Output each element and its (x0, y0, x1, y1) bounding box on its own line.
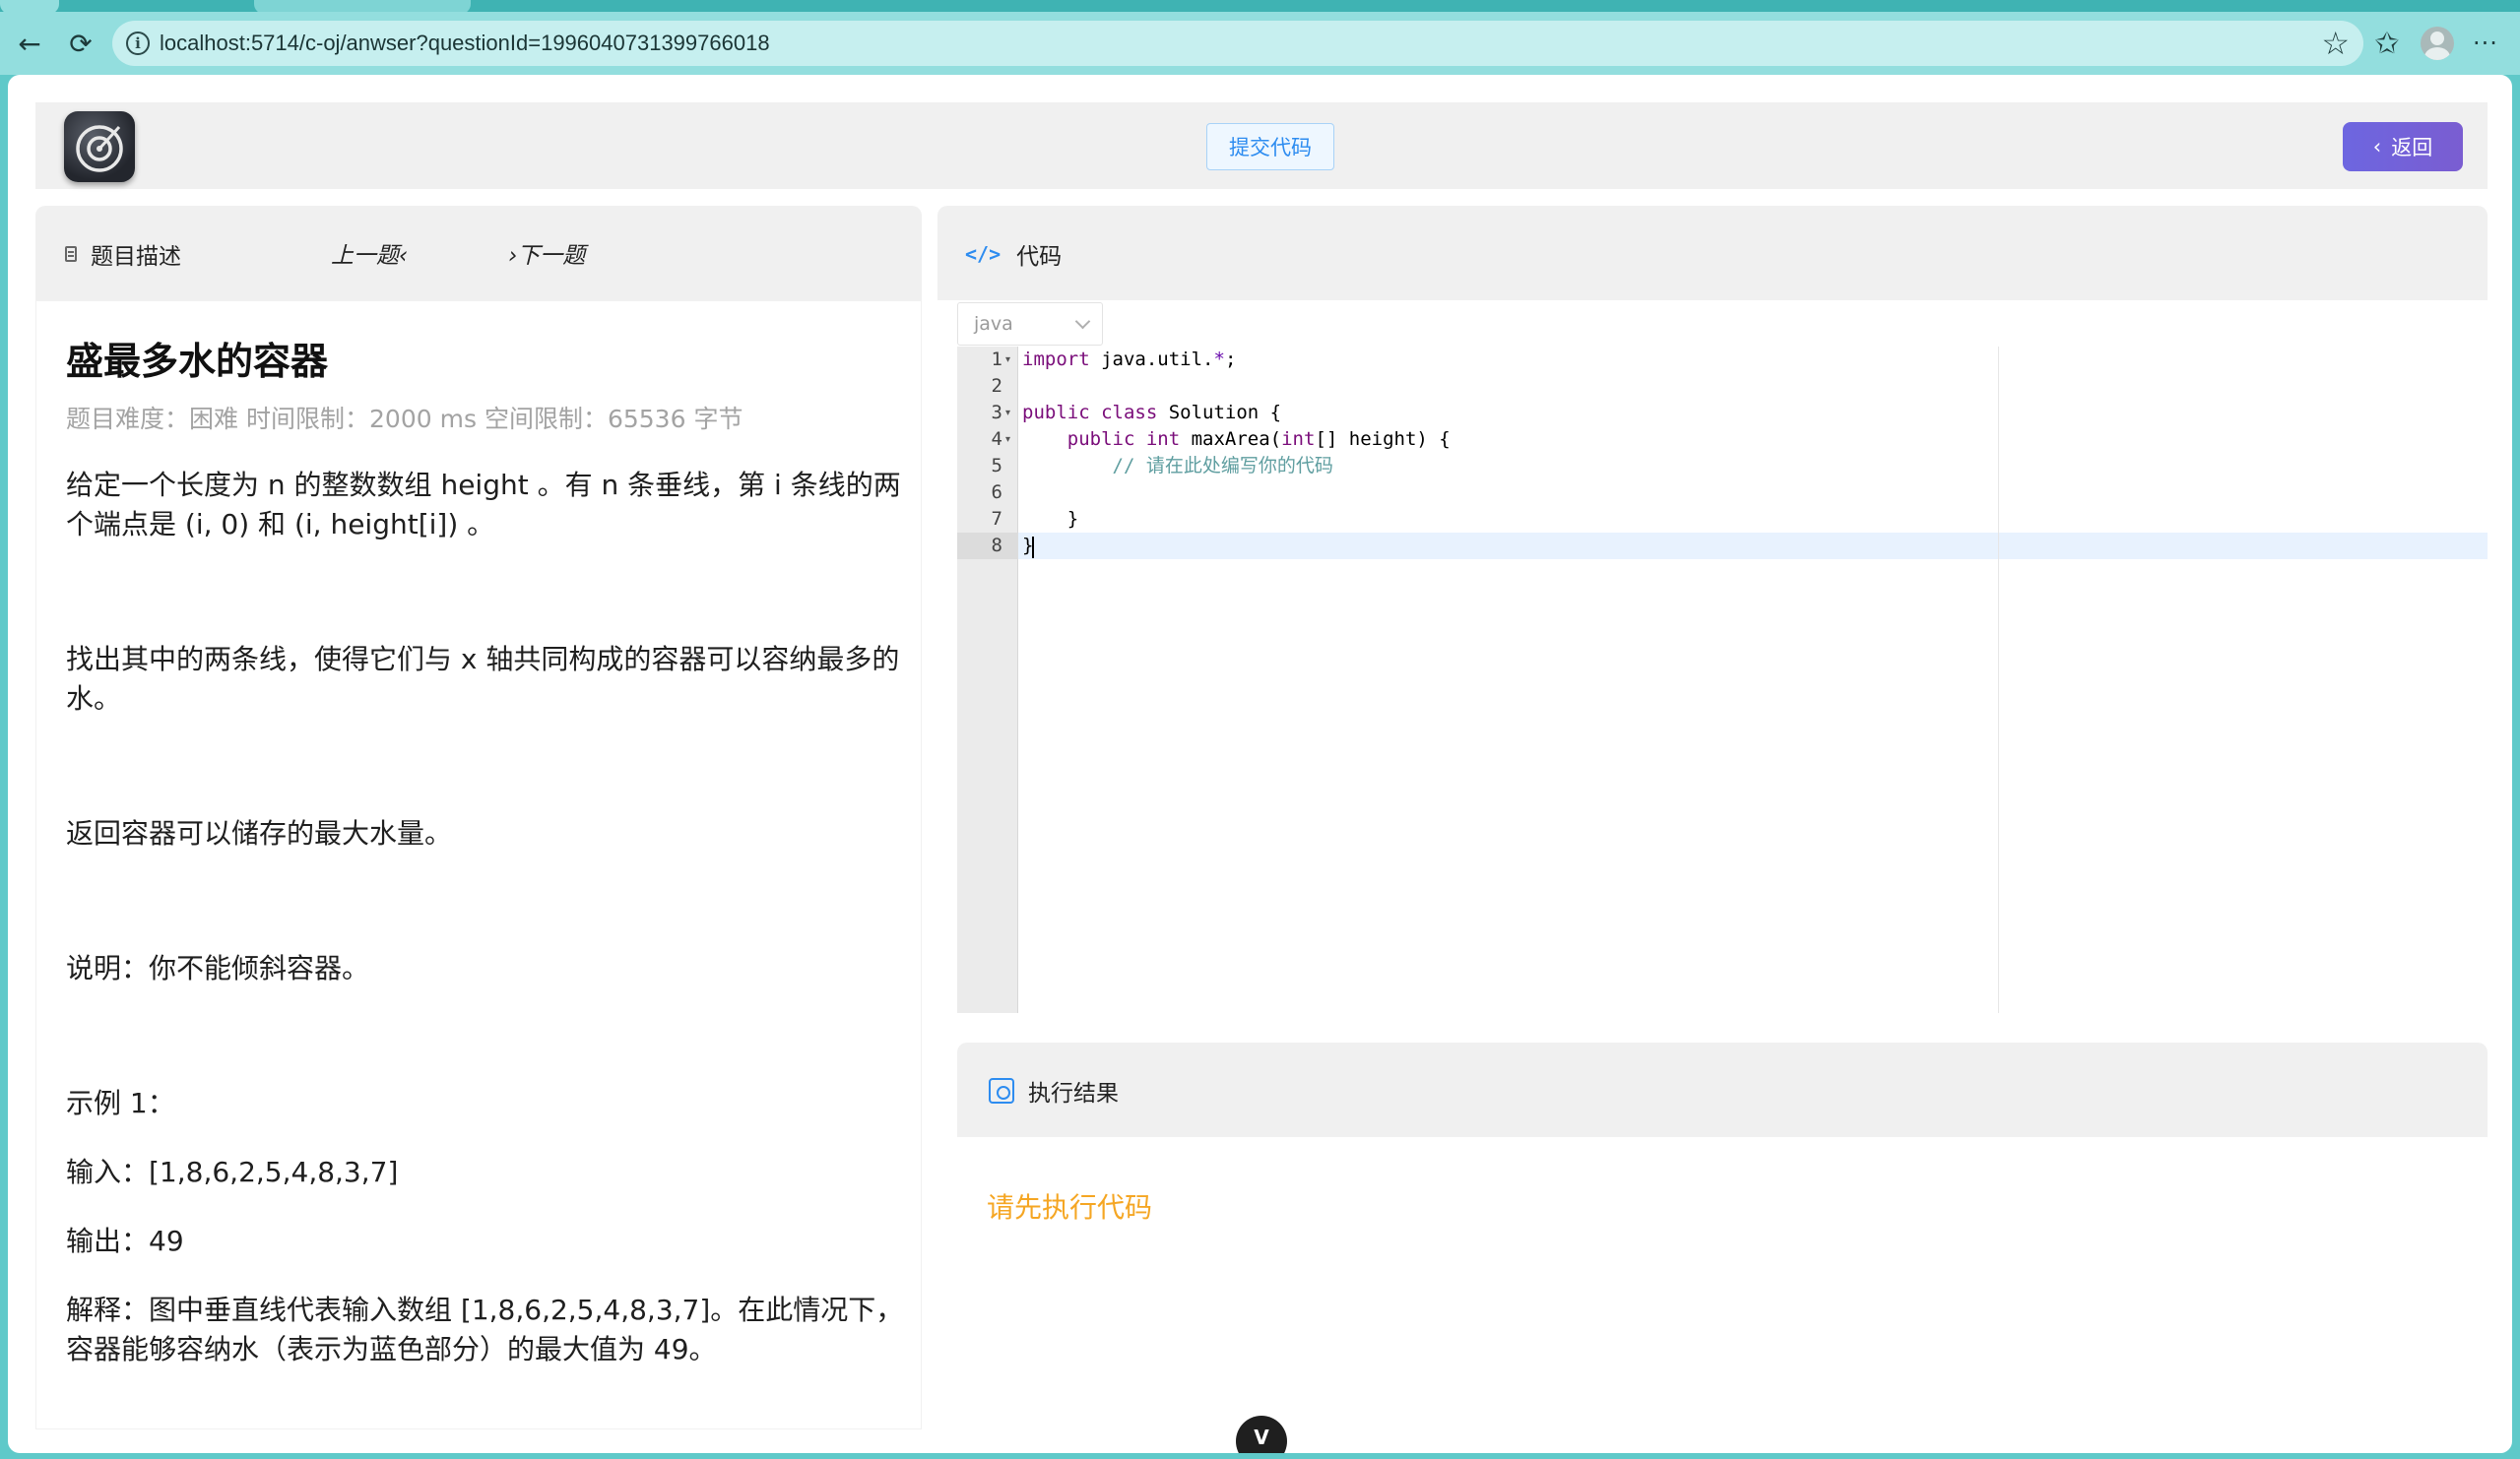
chevron-left-icon: ‹ (399, 243, 409, 269)
active-line-highlight (1018, 533, 2488, 559)
result-message: 请先执行代码 (987, 1191, 1153, 1224)
line-number: 1 (991, 349, 1002, 370)
line-number: 6 (991, 481, 1002, 503)
code-line: public int maxArea(int[] height) { (1022, 426, 1451, 453)
arrow-left-icon[interactable]: ← (14, 28, 45, 60)
example-explanation: 解释：图中垂直线代表输入数组 [1,8,6,2,5,4,8,3,7]。在此情况下… (66, 1294, 904, 1365)
fold-toggle-icon[interactable]: ▾ (1005, 347, 1010, 373)
page-viewport: 提交代码 ‹ 返回 题目描述 上一题‹ ›下一题 盛最多水的容器 题目难度：困难… (8, 75, 2512, 1453)
line-number: 3 (991, 402, 1002, 423)
target-icon (76, 125, 123, 172)
chevron-right-icon: › (508, 243, 518, 269)
question-title: 盛最多水的容器 (66, 340, 329, 383)
code-token: public int (1066, 428, 1181, 450)
line-number: 7 (991, 508, 1002, 530)
chevron-left-icon: ‹ (2372, 135, 2382, 159)
result-title: 执行结果 (989, 1074, 1119, 1108)
code-editor-container: java 1 2 3 4 5 6 7 8 ▾ ▾ ▾ import java.u… (937, 300, 2488, 1013)
question-meta: 题目难度：困难 时间限制：2000 ms 空间限制：65536 字节 (66, 400, 743, 435)
description-paragraph: 找出其中的两条线，使得它们与 x 轴共同构成的容器可以容纳最多的水。 (66, 643, 900, 715)
app-logo[interactable] (64, 111, 135, 182)
browser-toolbar: ← ⟳ i localhost:5714/c-oj/anwser?questio… (0, 12, 2520, 75)
example-output: 输出：49 (66, 1225, 184, 1257)
back-button-label: 返回 (2391, 136, 2433, 159)
code-token: public class (1022, 402, 1158, 423)
language-value: java (974, 313, 1013, 335)
text-cursor (1032, 537, 1034, 558)
submit-code-button[interactable]: 提交代码 (1206, 123, 1334, 170)
description-body: 盛最多水的容器 题目难度：困难 时间限制：2000 ms 空间限制：65536 … (35, 300, 922, 1429)
fold-toggle-icon[interactable]: ▾ (1005, 426, 1010, 453)
memory-limit: 空间限制：65536 字节 (484, 405, 743, 433)
next-question-label: 下一题 (517, 243, 586, 269)
line-number: 8 (991, 535, 1002, 556)
example-heading: 示例 1： (66, 1087, 175, 1119)
document-icon (65, 246, 77, 262)
code-line: import java.util.*; (1022, 347, 1236, 373)
prev-question-label: 上一题 (331, 243, 399, 269)
code-title: </> 代码 (965, 237, 1062, 271)
tab-description[interactable]: 题目描述 (65, 237, 181, 271)
info-icon[interactable]: i (126, 32, 150, 55)
prev-question-link[interactable]: 上一题‹ (331, 236, 408, 270)
print-margin (1998, 347, 1999, 1013)
code-token: ; (1224, 349, 1237, 370)
code-title-label: 代码 (1016, 244, 1063, 270)
code-icon: </> (965, 242, 1002, 266)
time-limit: 时间限制：2000 ms (246, 405, 477, 433)
code-token: java.util. (1089, 349, 1214, 370)
code-editor[interactable]: 1 2 3 4 5 6 7 8 ▾ ▾ ▾ import java.util.*… (957, 347, 2488, 1013)
code-line: public class Solution { (1022, 400, 1281, 426)
code-token: [] height) { (1315, 428, 1451, 450)
star-icon[interactable]: ☆ (2321, 25, 2350, 62)
code-token: import (1022, 349, 1090, 370)
search-result-icon (989, 1078, 1014, 1104)
browser-tabstrip (0, 0, 2520, 14)
tab-description-label: 题目描述 (91, 244, 181, 270)
code-token: Solution { (1157, 402, 1282, 423)
more-icon[interactable]: ··· (2466, 24, 2505, 63)
description-paragraph: 说明：你不能倾斜容器。 (66, 952, 370, 984)
chevron-down-icon (1074, 313, 1091, 330)
description-paragraph: 给定一个长度为 n 的整数数组 height 。有 n 条垂线，第 i 条线的两… (66, 469, 901, 540)
code-token: maxArea( (1180, 428, 1282, 450)
code-token: * (1213, 349, 1225, 370)
line-number: 4 (991, 428, 1002, 450)
result-title-label: 执行结果 (1028, 1081, 1119, 1107)
address-bar[interactable]: i localhost:5714/c-oj/anwser?questionId=… (112, 21, 2363, 66)
url-text[interactable]: localhost:5714/c-oj/anwser?questionId=19… (160, 31, 770, 56)
code-header: </> 代码 (937, 206, 2488, 300)
avatar-icon[interactable] (2421, 27, 2454, 60)
back-button[interactable]: ‹ 返回 (2343, 122, 2463, 171)
result-header: 执行结果 (957, 1043, 2488, 1137)
difficulty: 题目难度：困难 (66, 405, 239, 433)
code-comment: // 请在此处编写你的代码 (1022, 455, 1333, 476)
fold-toggle-icon[interactable]: ▾ (1005, 400, 1010, 426)
result-body: 请先执行代码 (957, 1137, 2488, 1429)
reload-icon[interactable]: ⟳ (65, 28, 97, 60)
favorites-icon[interactable]: ✩ (2367, 24, 2407, 63)
code-line: } (1022, 508, 1079, 530)
line-number: 5 (991, 455, 1002, 476)
next-question-link[interactable]: ›下一题 (508, 236, 585, 270)
example-input: 输入：[1,8,6,2,5,4,8,3,7] (66, 1156, 399, 1188)
description-header: 题目描述 上一题‹ ›下一题 (35, 206, 922, 300)
app-header: 提交代码 ‹ 返回 (35, 102, 2488, 189)
language-select[interactable]: java (957, 302, 1103, 346)
description-paragraph: 返回容器可以储存的最大水量。 (66, 817, 453, 850)
line-number: 2 (991, 375, 1002, 397)
code-token: int (1281, 428, 1316, 450)
